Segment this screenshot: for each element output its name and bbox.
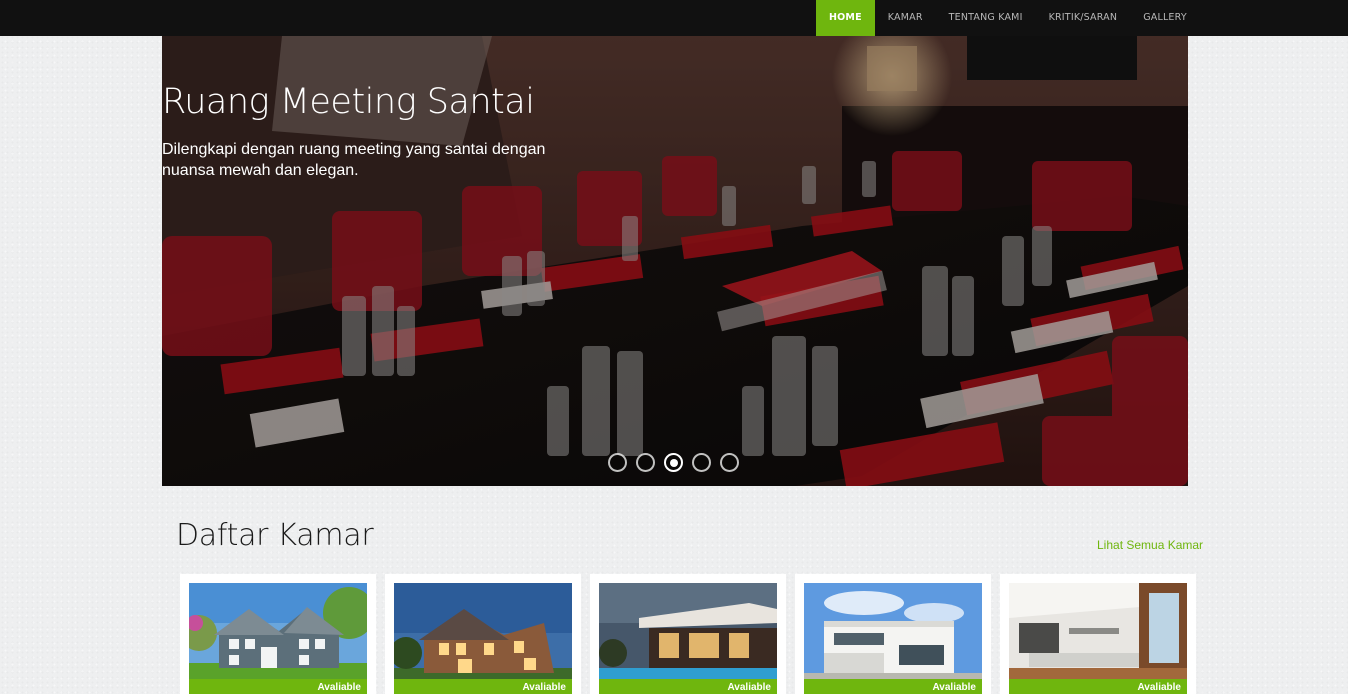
nav-item-kamar[interactable]: KAMAR bbox=[875, 0, 936, 36]
slider-dot-3[interactable] bbox=[664, 453, 683, 472]
hero-slider[interactable]: Ruang Meeting Santai Dilengkapi dengan r… bbox=[162, 36, 1188, 486]
see-all-rooms-link[interactable]: Lihat Semua Kamar bbox=[1097, 538, 1203, 552]
slider-dot-1[interactable] bbox=[608, 453, 627, 472]
room-card[interactable]: Avaliable bbox=[590, 574, 786, 694]
top-navbar: HOME KAMAR TENTANG KAMI KRITIK/SARAN GAL… bbox=[0, 0, 1348, 36]
room-card[interactable]: Avaliable bbox=[795, 574, 991, 694]
room-thumbnail bbox=[599, 583, 777, 694]
room-list: Avaliable Avaliable Avaliable Avaliable … bbox=[180, 574, 1200, 694]
room-card[interactable]: Avaliable bbox=[180, 574, 376, 694]
availability-badge: Avaliable bbox=[804, 679, 982, 694]
nav-item-tentang-kami[interactable]: TENTANG KAMI bbox=[936, 0, 1036, 36]
hero-title: Ruang Meeting Santai bbox=[162, 82, 535, 122]
room-card[interactable]: Avaliable bbox=[1000, 574, 1196, 694]
room-thumbnail bbox=[189, 583, 367, 694]
main-nav: HOME KAMAR TENTANG KAMI KRITIK/SARAN GAL… bbox=[816, 0, 1200, 36]
room-card[interactable]: Avaliable bbox=[385, 574, 581, 694]
availability-badge: Avaliable bbox=[1009, 679, 1187, 694]
slider-dot-5[interactable] bbox=[720, 453, 739, 472]
room-thumbnail bbox=[394, 583, 572, 694]
slider-dot-2[interactable] bbox=[636, 453, 655, 472]
room-thumbnail bbox=[804, 583, 982, 694]
section-title: Daftar Kamar bbox=[176, 518, 374, 553]
nav-item-home[interactable]: HOME bbox=[816, 0, 875, 36]
availability-badge: Avaliable bbox=[394, 679, 572, 694]
nav-item-gallery[interactable]: GALLERY bbox=[1130, 0, 1200, 36]
availability-badge: Avaliable bbox=[599, 679, 777, 694]
slider-pagination bbox=[608, 453, 739, 472]
hero-description: Dilengkapi dengan ruang meeting yang san… bbox=[162, 141, 546, 179]
slider-dot-4[interactable] bbox=[692, 453, 711, 472]
nav-item-kritik-saran[interactable]: KRITIK/SARAN bbox=[1036, 0, 1131, 36]
availability-badge: Avaliable bbox=[189, 679, 367, 694]
room-thumbnail bbox=[1009, 583, 1187, 694]
